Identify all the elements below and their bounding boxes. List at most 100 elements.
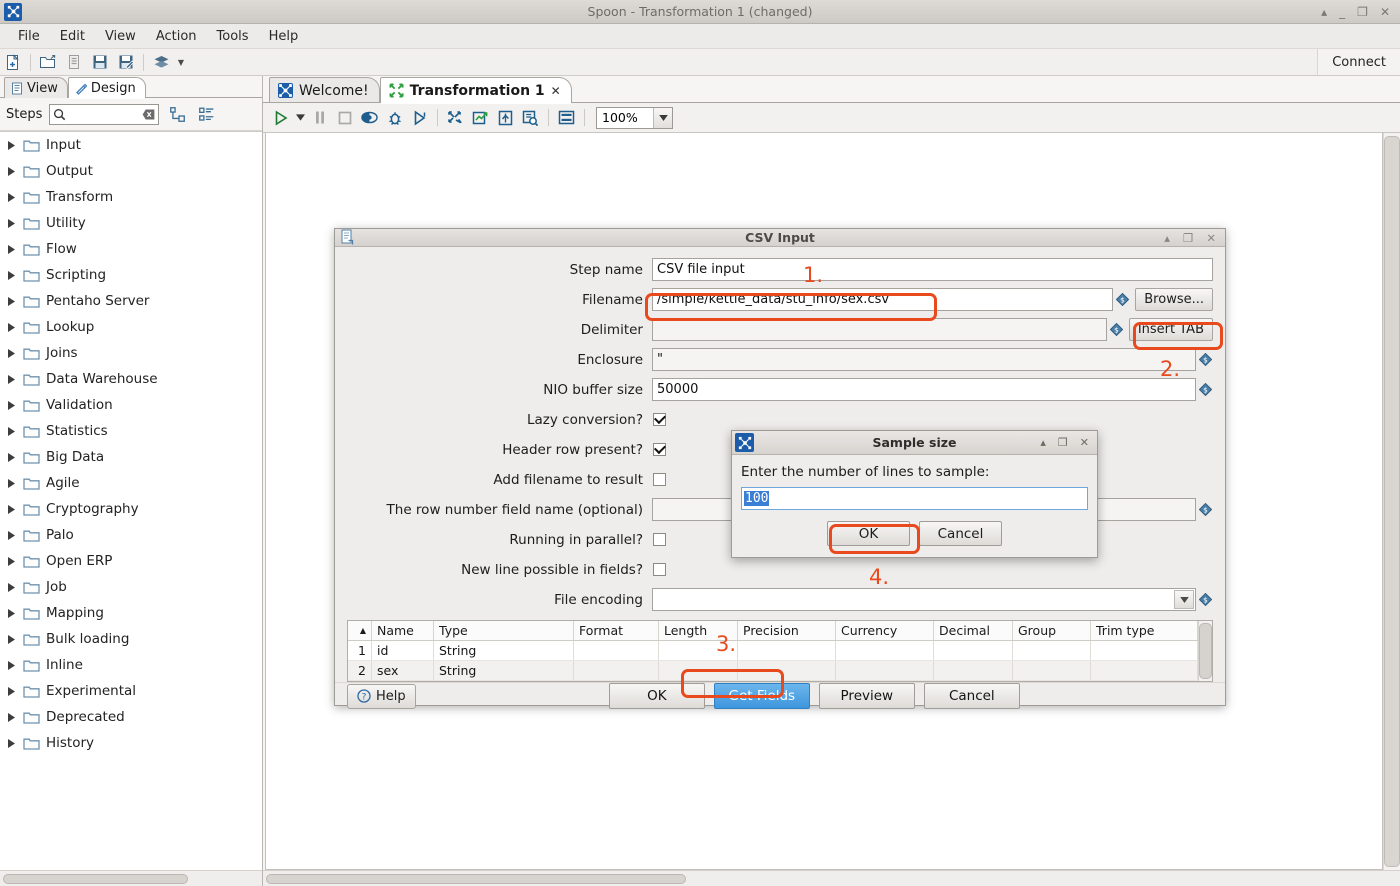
expand-arrow-icon[interactable]: [6, 686, 17, 697]
transformation-log-icon[interactable]: [468, 106, 493, 130]
tab-transformation-1[interactable]: Transformation 1 ✕: [379, 77, 572, 104]
enclosure-input[interactable]: [652, 348, 1196, 371]
stop-icon[interactable]: [332, 106, 357, 130]
canvas-hscrollbar[interactable]: [263, 870, 1400, 886]
search-input[interactable]: [69, 107, 140, 121]
sample-cancel-button[interactable]: Cancel: [919, 521, 1002, 546]
tree-item-transform[interactable]: Transform: [0, 184, 262, 210]
preview-icon[interactable]: [357, 106, 382, 130]
expand-arrow-icon[interactable]: [6, 426, 17, 437]
expand-arrow-icon[interactable]: [6, 270, 17, 281]
tree-item-validation[interactable]: Validation: [0, 392, 262, 418]
tree-item-history[interactable]: History: [0, 730, 262, 756]
expand-arrow-icon[interactable]: [6, 608, 17, 619]
get-fields-button[interactable]: Get Fields: [713, 683, 810, 709]
preview-button[interactable]: Preview: [818, 683, 915, 709]
explorer-icon[interactable]: [61, 51, 87, 74]
tree-item-inline[interactable]: Inline: [0, 652, 262, 678]
file-encoding-caret-icon[interactable]: [1174, 590, 1194, 609]
fields-table[interactable]: ▲ Name Type Format Length Precision Curr…: [347, 620, 1213, 682]
row-number-variable-icon[interactable]: $: [1198, 503, 1213, 516]
cell-type[interactable]: String: [434, 641, 574, 660]
column-header-decimal[interactable]: Decimal: [934, 621, 1013, 640]
expand-arrow-icon[interactable]: [6, 192, 17, 203]
tree-item-lookup[interactable]: Lookup: [0, 314, 262, 340]
tab-view[interactable]: View: [4, 77, 68, 98]
tree-item-mapping[interactable]: Mapping: [0, 600, 262, 626]
expand-arrow-icon[interactable]: [6, 582, 17, 593]
tree-item-scripting[interactable]: Scripting: [0, 262, 262, 288]
cell-decimal[interactable]: [934, 661, 1013, 680]
table-row[interactable]: 2 sex String: [348, 661, 1198, 681]
tab-design[interactable]: Design: [67, 77, 146, 99]
menu-item-tools[interactable]: Tools: [207, 27, 259, 46]
filename-input[interactable]: [652, 288, 1114, 311]
canvas-vscrollbar[interactable]: [1383, 133, 1400, 870]
tree-item-bulk-loading[interactable]: Bulk loading: [0, 626, 262, 652]
delimiter-input[interactable]: [652, 318, 1107, 341]
nio-buffer-size-input[interactable]: [652, 378, 1196, 401]
help-button[interactable]: ? Help: [347, 683, 416, 709]
csv-ok-button[interactable]: OK: [608, 683, 705, 709]
tree-item-flow[interactable]: Flow: [0, 236, 262, 262]
layers-icon[interactable]: [148, 51, 174, 74]
header-row-present-checkbox[interactable]: [653, 443, 666, 456]
nio-buffer-variable-icon[interactable]: $: [1198, 383, 1213, 396]
restore-button[interactable]: _: [1339, 6, 1345, 18]
cell-decimal[interactable]: [934, 641, 1013, 660]
expand-arrow-icon[interactable]: [6, 218, 17, 229]
expand-arrow-icon[interactable]: [6, 322, 17, 333]
tab-close-icon[interactable]: ✕: [551, 84, 561, 98]
step-name-input[interactable]: [652, 258, 1213, 281]
insert-tab-button[interactable]: Insert TAB: [1128, 318, 1213, 341]
grid-icon[interactable]: [554, 106, 579, 130]
expand-arrow-icon[interactable]: [6, 478, 17, 489]
tree-item-big-data[interactable]: Big Data: [0, 444, 262, 470]
tree-item-input[interactable]: Input: [0, 132, 262, 158]
left-panel-hscrollbar[interactable]: [0, 870, 262, 886]
left-panel-hscroll-thumb[interactable]: [3, 873, 188, 884]
sample-maximize-button[interactable]: ❐: [1058, 436, 1068, 449]
expand-arrow-icon[interactable]: [6, 166, 17, 177]
tree-item-job[interactable]: Job: [0, 574, 262, 600]
save-as-icon[interactable]: [113, 51, 139, 74]
fields-table-vscroll-thumb[interactable]: [1199, 623, 1212, 679]
delimiter-variable-icon[interactable]: $: [1109, 323, 1124, 336]
inspect-data-icon[interactable]: [518, 106, 543, 130]
enclosure-variable-icon[interactable]: $: [1198, 353, 1213, 366]
canvas-vscroll-thumb[interactable]: [1384, 136, 1400, 867]
lazy-conversion-checkbox[interactable]: [653, 413, 666, 426]
cell-precision[interactable]: [738, 641, 836, 660]
tree-item-utility[interactable]: Utility: [0, 210, 262, 236]
expand-arrow-icon[interactable]: [6, 738, 17, 749]
zoom-dropdown-caret-icon[interactable]: [653, 107, 672, 128]
tree-item-data-warehouse[interactable]: Data Warehouse: [0, 366, 262, 392]
cell-precision[interactable]: [738, 661, 836, 680]
csv-minimize-button[interactable]: ▴: [1164, 231, 1170, 245]
cell-length[interactable]: [659, 641, 738, 660]
menu-item-edit[interactable]: Edit: [50, 27, 95, 46]
tree-item-pentaho-server[interactable]: Pentaho Server: [0, 288, 262, 314]
zoom-combobox[interactable]: [596, 106, 673, 129]
expand-arrow-icon[interactable]: [6, 556, 17, 567]
sample-ok-button[interactable]: OK: [827, 521, 910, 546]
cell-currency[interactable]: [836, 641, 934, 660]
toolbar-dropdown-caret-icon[interactable]: ▼: [174, 58, 188, 67]
expand-arrow-icon[interactable]: [6, 504, 17, 515]
file-encoding-select[interactable]: [652, 588, 1196, 611]
cell-trim-type[interactable]: [1091, 641, 1198, 660]
column-header-type[interactable]: Type: [434, 621, 574, 640]
run-icon[interactable]: [268, 106, 293, 130]
column-header-length[interactable]: Length: [659, 621, 738, 640]
tree-item-statistics[interactable]: Statistics: [0, 418, 262, 444]
menu-item-help[interactable]: Help: [259, 27, 309, 46]
expand-arrow-icon[interactable]: [6, 348, 17, 359]
menu-item-action[interactable]: Action: [146, 27, 207, 46]
expand-arrow-icon[interactable]: [6, 660, 17, 671]
cell-trim-type[interactable]: [1091, 661, 1198, 680]
column-header-currency[interactable]: Currency: [836, 621, 934, 640]
expand-arrow-icon[interactable]: [6, 140, 17, 151]
file-encoding-variable-icon[interactable]: $: [1198, 593, 1213, 606]
column-sort-indicator[interactable]: ▲: [348, 621, 372, 640]
transformation-metrics-icon[interactable]: [443, 106, 468, 130]
